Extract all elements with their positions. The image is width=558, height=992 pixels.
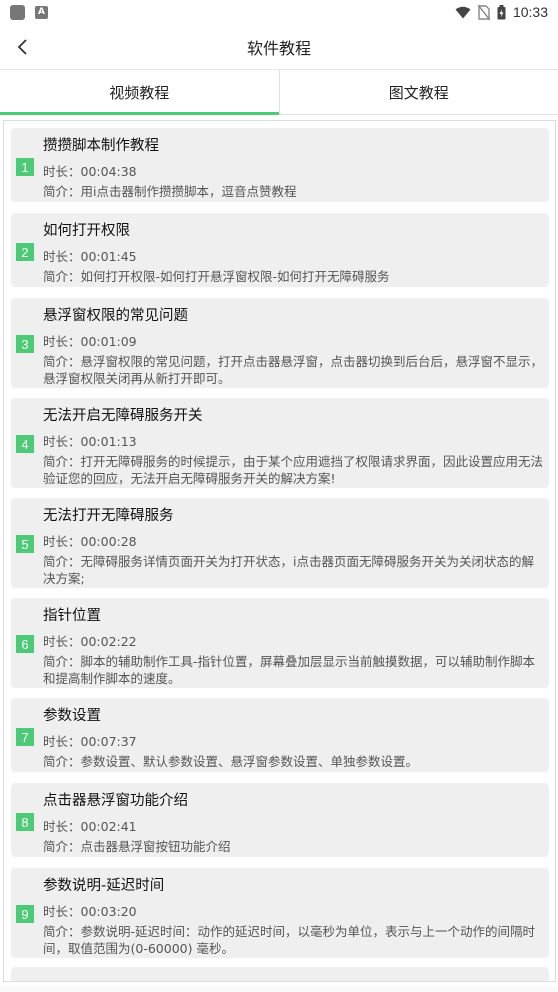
tutorial-item-7[interactable]: 7 参数设置 时长：00:07:37 简介：参数设置、默认参数设置、悬浮窗参数设… <box>11 698 549 772</box>
tab-video-tutorials[interactable]: 视频教程 <box>0 70 279 115</box>
tutorial-duration: 时长：00:02:22 <box>43 634 137 649</box>
no-sim-icon <box>477 4 490 20</box>
index-badge: 6 <box>16 635 34 653</box>
tutorial-duration: 时长：00:02:41 <box>43 819 137 834</box>
index-badge: 1 <box>16 158 34 176</box>
tutorial-title: 点击器悬浮窗功能介绍 <box>43 793 188 809</box>
tab-label: 视频教程 <box>109 83 170 102</box>
tutorial-item-5[interactable]: 5 无法打开无障碍服务 时长：00:00:28 简介：无障碍服务详情页面开关为打… <box>11 498 549 588</box>
tutorial-item-1[interactable]: 1 攒攒脚本制作教程 时长：00:04:38 简介：用i点击器制作攒攒脚本，逗音… <box>11 128 549 202</box>
tutorial-title: 悬浮窗权限的常见问题 <box>43 308 188 324</box>
notification-app-icon <box>10 4 25 20</box>
tutorial-duration: 时长：00:01:45 <box>43 249 137 264</box>
app-bar: 软件教程 <box>0 24 558 70</box>
index-badge: 2 <box>16 243 34 261</box>
tutorial-intro: 简介：悬浮窗权限的常见问题，打开点击器悬浮窗，点击器切换到后台后，悬浮窗不显示，… <box>43 354 544 386</box>
tutorial-intro: 简介：点击器悬浮窗按钮功能介绍 <box>43 839 231 854</box>
tutorial-duration: 时长：00:04:38 <box>43 164 137 179</box>
tutorial-duration: 时长：00:01:13 <box>43 434 137 449</box>
tutorial-item-partial[interactable] <box>11 967 549 981</box>
tutorial-list[interactable]: 1 攒攒脚本制作教程 时长：00:04:38 简介：用i点击器制作攒攒脚本，逗音… <box>3 120 556 982</box>
back-button[interactable] <box>6 30 40 64</box>
tutorial-item-3[interactable]: 3 悬浮窗权限的常见问题 时长：00:01:09 简介：悬浮窗权限的常见问题，打… <box>11 298 549 388</box>
tutorial-item-2[interactable]: 2 如何打开权限 时长：00:01:45 简介：如何打开权限-如何打开悬浮窗权限… <box>11 213 549 287</box>
tutorial-intro: 简介：参数说明-延迟时间：动作的延迟时间，以毫秒为单位，表示与上一个动作的间隔时… <box>43 924 536 956</box>
tutorial-duration: 时长：00:00:28 <box>43 534 137 549</box>
tutorial-item-8[interactable]: 8 点击器悬浮窗功能介绍 时长：00:02:41 简介：点击器悬浮窗按钮功能介绍 <box>11 783 549 857</box>
tutorial-intro: 简介：如何打开权限-如何打开悬浮窗权限-如何打开无障碍服务 <box>43 269 390 284</box>
notification-a-icon: A <box>35 5 48 19</box>
tutorial-title: 参数设置 <box>43 708 101 724</box>
index-badge: 9 <box>16 905 34 923</box>
tutorial-item-4[interactable]: 4 无法开启无障碍服务开关 时长：00:01:13 简介：打开无障碍服务的时候提… <box>11 398 549 488</box>
tutorial-intro: 简介：用i点击器制作攒攒脚本，逗音点赞教程 <box>43 184 297 199</box>
tab-bar: 视频教程 图文教程 <box>0 70 558 115</box>
tab-image-text-tutorials[interactable]: 图文教程 <box>278 70 558 114</box>
wifi-icon <box>455 6 471 18</box>
tutorial-duration: 时长：00:01:09 <box>43 334 137 349</box>
bottom-edge <box>0 986 558 992</box>
tutorial-item-9[interactable]: 9 参数说明-延迟时间 时长：00:03:20 简介：参数说明-延迟时间：动作的… <box>11 868 549 958</box>
tutorial-title: 如何打开权限 <box>43 223 130 239</box>
tutorial-title: 指针位置 <box>43 608 101 624</box>
index-badge: 5 <box>16 535 34 553</box>
tutorial-duration: 时长：00:07:37 <box>43 734 137 749</box>
page-title: 软件教程 <box>246 38 311 58</box>
tutorial-intro: 简介：参数设置、默认参数设置、悬浮窗参数设置、单独参数设置。 <box>43 754 419 769</box>
tutorial-title: 参数说明-延迟时间 <box>43 878 165 894</box>
tutorial-title: 无法开启无障碍服务开关 <box>43 408 203 424</box>
tutorial-intro: 简介：脚本的辅助制作工具-指针位置，屏幕叠加层显示当前触摸数据，可以辅助制作脚本… <box>43 654 536 686</box>
status-time: 10:33 <box>512 4 548 20</box>
index-badge: 4 <box>16 435 34 453</box>
tutorial-title: 无法打开无障碍服务 <box>43 508 174 524</box>
index-badge: 7 <box>16 728 34 746</box>
tab-label: 图文教程 <box>388 83 449 102</box>
index-badge: 3 <box>16 335 34 353</box>
tutorial-intro: 简介：打开无障碍服务的时候提示，由于某个应用遮挡了权限请求界面，因此设置应用无法… <box>43 454 544 486</box>
tutorial-item-6[interactable]: 6 指针位置 时长：00:02:22 简介：脚本的辅助制作工具-指针位置，屏幕叠… <box>11 598 549 688</box>
index-badge: 8 <box>16 813 34 831</box>
chevron-left-icon <box>17 39 27 55</box>
tutorial-title: 攒攒脚本制作教程 <box>43 138 159 154</box>
tutorial-intro: 简介：无障碍服务详情页面开关为打开状态，i点击器页面无障碍服务开关为关闭状态的解… <box>43 554 534 586</box>
battery-icon <box>497 4 506 19</box>
status-bar: A 10:33 <box>0 0 558 24</box>
tutorial-duration: 时长：00:03:20 <box>43 904 137 919</box>
